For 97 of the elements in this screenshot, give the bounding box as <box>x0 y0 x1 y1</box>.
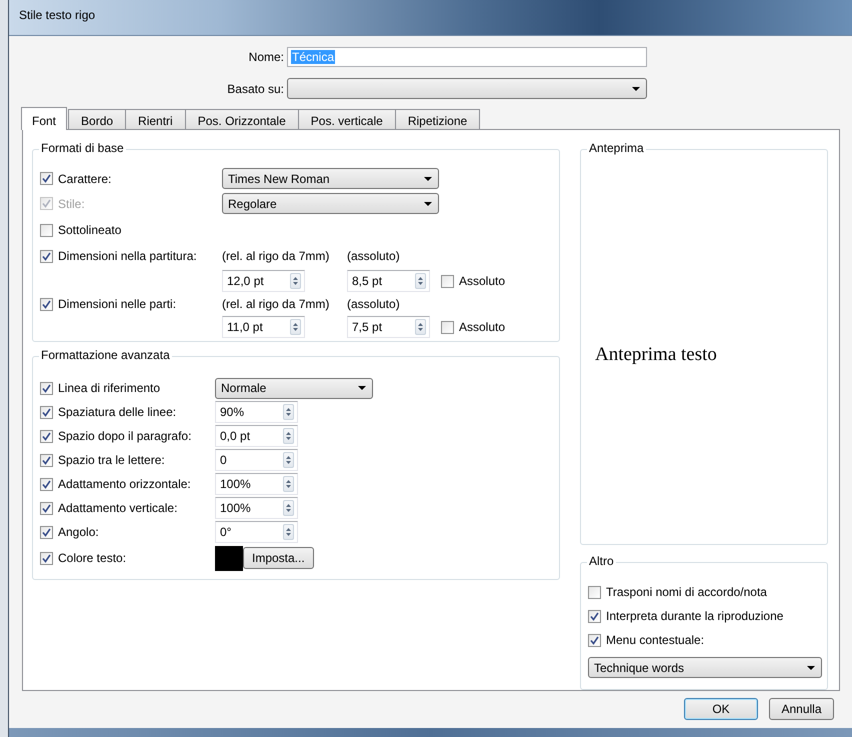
column-label: (rel. al rigo da 7mm) <box>222 249 330 263</box>
spin-field[interactable]: 7,5 pt <box>347 316 430 338</box>
spinner-button[interactable] <box>283 452 294 468</box>
spin-field[interactable]: 0 <box>215 449 298 471</box>
spin-field[interactable]: 90% <box>215 401 298 423</box>
spin-field[interactable]: 11,0 pt <box>222 316 305 338</box>
window-title: Stile testo rigo <box>19 8 96 22</box>
caret-icon <box>424 202 432 206</box>
field-label: Nome: <box>248 50 284 64</box>
checkbox-label: Adattamento verticale: <box>58 501 178 515</box>
checkbox-label: Linea di riferimento <box>58 381 160 395</box>
spinner-button[interactable] <box>283 476 294 492</box>
checkbox-label: Assoluto <box>459 274 506 288</box>
tab[interactable]: Rientri <box>125 109 186 129</box>
based-on-dropdown[interactable] <box>287 78 647 99</box>
spin-arrows-icon <box>417 321 424 333</box>
checkbox[interactable] <box>40 250 53 262</box>
field-label: Basato su: <box>226 82 284 96</box>
group-title: Anteprima <box>589 141 644 155</box>
spin-field[interactable]: 0° <box>215 521 298 543</box>
spinner-button[interactable] <box>415 319 426 335</box>
column-label: (assoluto) <box>347 249 401 263</box>
checkbox-label: Dimensioni nella partitura: <box>58 249 197 263</box>
checkbox[interactable] <box>588 586 601 598</box>
checkbox-label: Trasponi nomi di accordo/nota <box>606 585 767 599</box>
checkbox-label: Assoluto <box>459 320 506 334</box>
tab[interactable]: Bordo <box>68 109 126 129</box>
checkbox[interactable] <box>40 478 53 490</box>
checkbox[interactable] <box>40 406 53 418</box>
checkbox[interactable] <box>40 298 53 310</box>
spinner-button[interactable] <box>283 404 294 420</box>
spin-arrows-icon <box>285 430 292 442</box>
checkbox[interactable] <box>40 224 53 236</box>
spinner-button[interactable] <box>415 273 426 289</box>
spinner-button[interactable] <box>283 428 294 444</box>
spin-arrows-icon <box>292 321 299 333</box>
selected-text: Técnica <box>291 50 336 64</box>
checkbox-label: Dimensioni nelle parti: <box>58 297 176 311</box>
tab[interactable]: Pos. Orizzontale <box>184 109 299 129</box>
checkbox[interactable] <box>40 382 53 394</box>
checkbox-label: Spazio tra le lettere: <box>58 453 165 467</box>
spin-arrows-icon <box>285 406 292 418</box>
dropdown[interactable]: Technique words <box>588 657 822 678</box>
checkbox[interactable] <box>40 454 53 466</box>
spinner-button[interactable] <box>290 273 301 289</box>
checkbox-label: Sottolineato <box>58 223 122 237</box>
group-title: Formati di base <box>41 141 124 155</box>
tab[interactable]: Ripetizione <box>394 109 480 129</box>
spin-arrows-icon <box>417 275 424 287</box>
spin-arrows-icon <box>285 454 292 466</box>
checkbox[interactable] <box>40 552 53 564</box>
spinner-button[interactable] <box>290 319 301 335</box>
checkbox[interactable] <box>40 526 53 538</box>
column-label: (rel. al rigo da 7mm) <box>222 297 330 311</box>
spin-field[interactable]: 12,0 pt <box>222 270 305 292</box>
checkbox-label: Interpreta durante la riproduzione <box>606 609 784 623</box>
caret-icon <box>632 86 640 90</box>
spinner-button[interactable] <box>283 524 294 540</box>
checkbox[interactable] <box>441 320 454 334</box>
checkbox[interactable] <box>40 430 53 442</box>
spin-arrows-icon <box>285 526 292 538</box>
spin-field[interactable]: 0,0 pt <box>215 425 298 447</box>
checkbox-label: Angolo: <box>58 525 99 539</box>
caret-icon <box>424 176 432 180</box>
group-title: Altro <box>589 554 614 568</box>
checkbox-label: Spaziatura delle linee: <box>58 405 176 419</box>
spin-arrows-icon <box>285 478 292 490</box>
checkbox[interactable] <box>441 274 454 288</box>
checkbox-label: Adattamento orizzontale: <box>58 477 191 491</box>
cancel-button[interactable]: Annulla <box>769 698 834 720</box>
tab[interactable]: Font <box>21 107 68 130</box>
spinner-button[interactable] <box>283 500 294 516</box>
ok-button[interactable]: OK <box>684 698 758 720</box>
checkbox[interactable] <box>40 172 53 185</box>
group-title: Formattazione avanzata <box>41 348 170 362</box>
checkbox[interactable] <box>588 634 601 646</box>
caret-icon <box>807 666 815 670</box>
spin-field[interactable]: 100% <box>215 497 298 519</box>
checkbox[interactable] <box>588 610 601 622</box>
tab[interactable]: Pos. verticale <box>298 109 396 129</box>
color-swatch[interactable] <box>215 546 243 570</box>
set-button[interactable]: Imposta... <box>243 547 314 569</box>
caret-icon <box>358 386 366 390</box>
spin-arrows-icon <box>292 275 299 287</box>
checkbox-label: Spazio dopo il paragrafo: <box>58 429 192 443</box>
checkbox-label: Stile: <box>58 196 85 210</box>
checkbox-label: Menu contestuale: <box>606 633 704 647</box>
checkbox-label: Carattere: <box>58 172 112 186</box>
column-label: (assoluto) <box>347 297 401 311</box>
spin-arrows-icon <box>285 502 292 514</box>
spin-field[interactable]: 8,5 pt <box>347 270 430 292</box>
preview-text: Anteprima testo <box>595 344 717 364</box>
dropdown[interactable]: Times New Roman <box>222 168 439 189</box>
dropdown[interactable]: Normale <box>215 378 373 398</box>
checkbox[interactable] <box>40 502 53 514</box>
checkbox-label: Colore testo: <box>58 551 126 565</box>
spin-field[interactable]: 100% <box>215 473 298 495</box>
